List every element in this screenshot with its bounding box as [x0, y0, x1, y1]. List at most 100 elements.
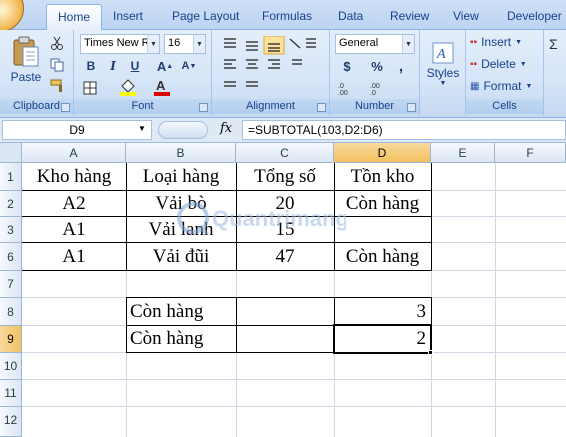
column-header-b[interactable]: B: [126, 143, 236, 163]
fill-handle[interactable]: [428, 350, 433, 355]
row-header-8[interactable]: 8: [0, 298, 22, 326]
cell-a3[interactable]: A1: [22, 219, 126, 241]
cell-c3[interactable]: 15: [236, 219, 334, 241]
editing-group-partial: Σ: [544, 30, 566, 116]
table-border: [236, 297, 237, 353]
row-header-2[interactable]: 2: [0, 191, 22, 217]
bold-button[interactable]: B: [82, 57, 100, 75]
shrink-font-icon[interactable]: A ▼: [180, 57, 198, 75]
tab-review[interactable]: Review: [390, 9, 429, 23]
insert-cells-button[interactable]: ▪▪ Insert ▼: [470, 33, 522, 51]
number-format-select[interactable]: General ▼: [335, 34, 415, 54]
svg-text:A: A: [436, 47, 446, 62]
font-launcher[interactable]: [199, 103, 208, 112]
cell-c6[interactable]: 47: [236, 246, 334, 268]
number-launcher[interactable]: [407, 103, 416, 112]
cell-b3[interactable]: Vải lanh: [126, 219, 236, 241]
format-icon: ▦: [470, 80, 480, 92]
cell-b1[interactable]: Loại hàng: [126, 166, 236, 188]
cell-b8[interactable]: Còn hàng: [127, 301, 236, 323]
cut-icon[interactable]: [50, 36, 64, 50]
fill-color-icon[interactable]: [118, 78, 140, 96]
column-header-e[interactable]: E: [431, 143, 495, 163]
name-box[interactable]: D9: [2, 120, 152, 140]
tab-page-layout[interactable]: Page Layout: [172, 9, 239, 23]
grow-font-icon[interactable]: A ▲: [156, 57, 174, 75]
tab-view[interactable]: View: [453, 9, 479, 23]
borders-icon[interactable]: [82, 80, 100, 96]
tab-data[interactable]: Data: [338, 9, 363, 23]
formula-bar: D9 ▼ fx =SUBTOTAL(103,D2:D6): [0, 118, 566, 143]
row-header-3[interactable]: 3: [0, 217, 22, 243]
cell-d6[interactable]: Còn hàng: [334, 246, 431, 268]
chevron-down-icon: ▼: [525, 82, 533, 90]
row-header-1[interactable]: 1: [0, 163, 22, 191]
tab-formulas[interactable]: Formulas: [262, 9, 312, 23]
cell-d1[interactable]: Tồn kho: [334, 166, 431, 188]
select-all-corner[interactable]: [0, 143, 22, 163]
tab-home[interactable]: Home: [46, 4, 103, 31]
row-header-11[interactable]: 11: [0, 380, 22, 407]
formula-input[interactable]: =SUBTOTAL(103,D2:D6): [242, 120, 566, 140]
column-header-c[interactable]: C: [236, 143, 334, 163]
format-cells-button[interactable]: ▦ Format ▼: [470, 77, 532, 95]
cell-d2[interactable]: Còn hàng: [334, 193, 431, 215]
svg-text:.00: .00: [338, 90, 348, 96]
row-header-6[interactable]: 6: [0, 243, 22, 271]
cell-b2[interactable]: Vải bò: [126, 193, 236, 215]
underline-button[interactable]: U: [126, 57, 144, 75]
column-header-d[interactable]: D: [334, 143, 431, 163]
cell-a2[interactable]: A2: [22, 193, 126, 215]
row-header-9[interactable]: 9: [0, 326, 22, 353]
font-family-select[interactable]: Times New Ro ▼: [80, 34, 160, 54]
cell-a6[interactable]: A1: [22, 246, 126, 268]
percent-button[interactable]: %: [368, 57, 386, 75]
formula-bar-splitter[interactable]: [158, 121, 208, 139]
copy-icon[interactable]: [50, 58, 64, 72]
table-border: [431, 163, 432, 271]
delete-cells-button[interactable]: ▪▪ Delete ▼: [470, 55, 527, 73]
font-family-value: Times New Ro: [84, 37, 156, 49]
cell-b9[interactable]: Còn hàng: [127, 328, 236, 350]
cell-b6[interactable]: Vải đũi: [126, 246, 236, 268]
paste-button[interactable]: Paste: [6, 34, 46, 86]
font-group-label: Font: [74, 99, 211, 114]
decimal-icons[interactable]: .0 .00 .00 .0: [338, 80, 408, 96]
paste-label: Paste: [10, 70, 42, 84]
chevron-down-icon[interactable]: ▼: [138, 124, 146, 133]
row-header-12[interactable]: 12: [0, 407, 22, 437]
clipboard-launcher[interactable]: [61, 103, 70, 112]
svg-text:.00: .00: [370, 83, 380, 90]
styles-button[interactable]: A Styles ▼: [424, 34, 462, 92]
alignment-launcher[interactable]: [317, 103, 326, 112]
font-size-select[interactable]: 16 ▼: [164, 34, 206, 54]
row-header-7[interactable]: 7: [0, 271, 22, 298]
table-border: [22, 242, 431, 243]
office-button[interactable]: [0, 0, 24, 32]
sum-icon[interactable]: Σ: [549, 36, 558, 52]
italic-button[interactable]: I: [104, 57, 122, 75]
format-painter-icon[interactable]: [50, 79, 66, 93]
tab-developer[interactable]: Developer: [507, 9, 562, 23]
insert-label: Insert: [481, 35, 512, 49]
alignment-icons[interactable]: [220, 36, 320, 100]
styles-label: Styles: [426, 65, 460, 80]
tab-insert[interactable]: Insert: [113, 9, 143, 23]
styles-group: A Styles ▼: [420, 30, 466, 116]
chevron-down-icon: ▼: [515, 38, 523, 46]
cell-c1[interactable]: Tổng số: [236, 166, 334, 188]
comma-style-button[interactable]: ,: [392, 57, 410, 75]
cell-d8[interactable]: 3: [334, 301, 431, 323]
font-color-icon[interactable]: A: [152, 78, 172, 96]
gridline: [22, 406, 566, 407]
row-header-10[interactable]: 10: [0, 353, 22, 380]
delete-label: Delete: [481, 57, 516, 71]
currency-button[interactable]: $: [338, 57, 356, 75]
column-header-f[interactable]: F: [495, 143, 566, 163]
cell-a1[interactable]: Kho hàng: [22, 166, 126, 188]
cell-c2[interactable]: 20: [236, 193, 334, 215]
worksheet-grid[interactable]: A B C D E F 1 2 3 6 7 8 9 10 11 12 Kho h…: [0, 143, 566, 437]
column-header-a[interactable]: A: [22, 143, 126, 163]
name-box-value: D9: [69, 123, 85, 137]
insert-function-button[interactable]: fx: [220, 121, 232, 136]
